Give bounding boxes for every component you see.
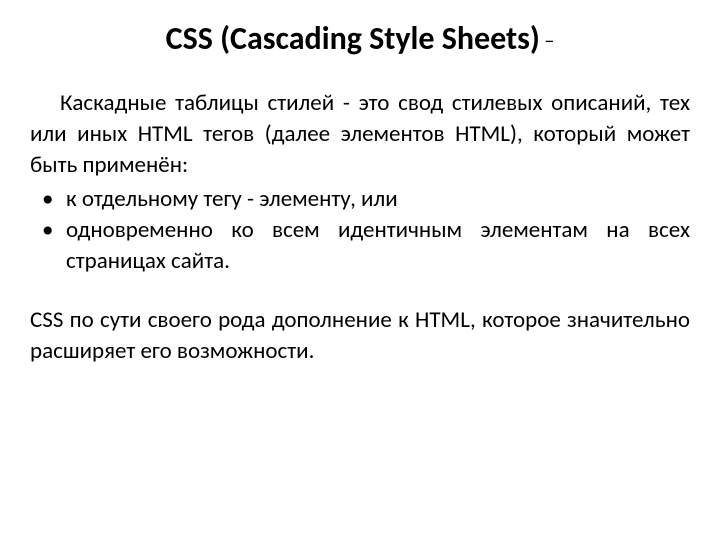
closing-paragraph: CSS по сути своего рода дополнение к HTM… [30,305,690,367]
bullet-list: к отдельному тегу - элементу, или одновр… [30,184,690,277]
list-item: к отдельному тегу - элементу, или [30,184,690,215]
slide-title: CSS (Cascading Style Sheets) – [30,20,690,58]
title-main: CSS (Cascading Style Sheets) [166,19,540,58]
title-dash: – [540,29,554,53]
intro-paragraph: Каскадные таблицы стилей - это свод стил… [30,88,690,181]
list-item: одновременно ко всем идентичным элемента… [30,215,690,277]
